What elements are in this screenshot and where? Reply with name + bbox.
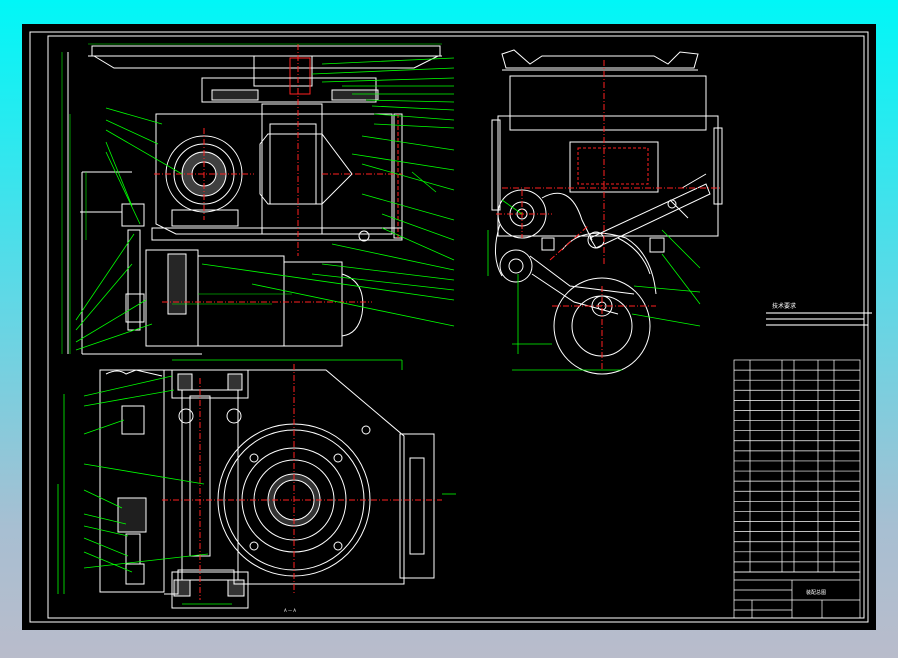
drawing-frame: 技术要求 A — A 装配总图 <box>22 24 876 630</box>
cad-drawing: 技术要求 A — A 装配总图 <box>29 31 872 623</box>
parts-list <box>733 359 861 573</box>
title-block <box>733 571 861 619</box>
title-block-name: 装配总图 <box>806 589 826 596</box>
tech-requirements-title: 技术要求 <box>772 302 796 310</box>
side-view <box>491 49 723 375</box>
section-label: A — A <box>284 608 296 613</box>
top-section-view <box>99 369 435 609</box>
tech-requirements: 技术要求 <box>766 302 872 326</box>
top-leader-lines <box>57 359 456 605</box>
front-section-view <box>67 45 442 355</box>
inner-border <box>47 35 865 619</box>
